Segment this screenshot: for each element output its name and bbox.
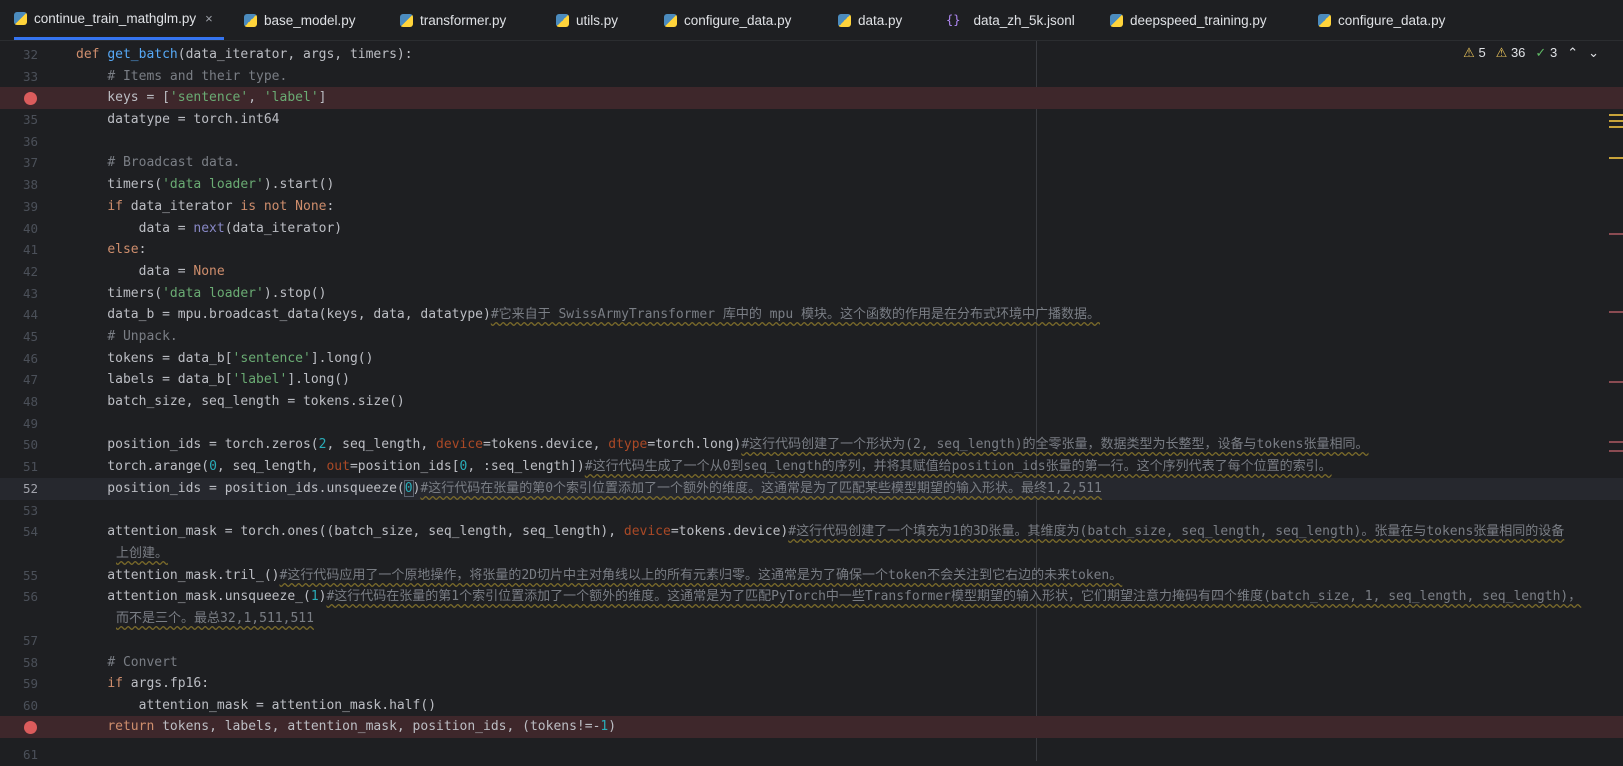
python-icon <box>556 13 569 27</box>
tab-transformer[interactable]: transformer.py <box>400 0 506 40</box>
code-line[interactable]: 43 timers('data loader').stop() <box>0 283 1623 305</box>
tab-label: utils.py <box>576 12 619 28</box>
code-line[interactable]: 35 datatype = torch.int64 <box>0 109 1623 131</box>
code-line[interactable]: 41 else: <box>0 239 1623 261</box>
code-line-current[interactable]: 52 position_ids = position_ids.unsqueeze… <box>0 478 1623 500</box>
code-editor[interactable]: ⚠ 5 ⚠ 36 ✓ 3 ⌃ ⌄ 32 def get_batch(data_i… <box>0 41 1623 762</box>
tab-label: configure_data.py <box>684 12 792 28</box>
tab-label: deepspeed_training.py <box>1130 12 1267 28</box>
tab-base-model[interactable]: base_model.py <box>244 0 356 40</box>
code-line[interactable]: 60 attention_mask = attention_mask.half(… <box>0 695 1623 717</box>
python-icon <box>244 13 257 27</box>
code-line[interactable]: 33 # Items and their type. <box>0 66 1623 88</box>
code-line[interactable]: 56 attention_mask.unsqueeze_(1)#这行代码在张量的… <box>0 586 1623 608</box>
tab-continue-train-mathglm[interactable]: continue_train_mathglm.py × <box>14 0 224 40</box>
tab-utils[interactable]: utils.py <box>556 0 618 40</box>
tab-label: data.py <box>858 12 903 28</box>
tab-label: base_model.py <box>264 12 356 28</box>
close-icon[interactable]: × <box>205 11 213 26</box>
python-icon <box>838 13 851 27</box>
python-icon <box>14 12 27 25</box>
code-line[interactable]: 40 data = next(data_iterator) <box>0 218 1623 240</box>
code-line[interactable]: 32 def get_batch(data_iterator, args, ti… <box>0 44 1623 66</box>
breakpoint-icon[interactable] <box>24 92 37 105</box>
code-line[interactable]: 48 batch_size, seq_length = tokens.size(… <box>0 391 1623 413</box>
code-line[interactable]: 42 data = None <box>0 261 1623 283</box>
code-line[interactable]: 53 <box>0 500 1623 522</box>
code-line[interactable]: 49 <box>0 413 1623 435</box>
code-line[interactable]: 38 timers('data loader').start() <box>0 174 1623 196</box>
code-line[interactable]: 45 # Unpack. <box>0 326 1623 348</box>
tab-label: configure_data.py <box>1338 12 1446 28</box>
code-line-wrap[interactable]: 而不是三个。最总32,1,511,511 <box>0 608 1623 630</box>
tab-label: continue_train_mathglm.py <box>34 11 197 26</box>
python-icon <box>1318 13 1331 27</box>
code-line[interactable]: keys = ['sentence', 'label'] <box>0 87 1623 109</box>
code-line[interactable]: 46 tokens = data_b['sentence'].long() <box>0 348 1623 370</box>
tab-deepspeed-training[interactable]: deepspeed_training.py <box>1110 0 1267 40</box>
code-line[interactable]: 55 attention_mask.tril_()#这行代码应用了一个原地操作，… <box>0 565 1623 587</box>
tab-configure-data-2[interactable]: configure_data.py <box>1318 0 1445 40</box>
editor-tab-bar: continue_train_mathglm.py × base_model.p… <box>0 0 1623 41</box>
python-icon <box>1110 13 1123 27</box>
tab-configure-data[interactable]: configure_data.py <box>664 0 791 40</box>
code-line[interactable]: 37 # Broadcast data. <box>0 152 1623 174</box>
tab-label: data_zh_5k.jsonl <box>973 12 1075 28</box>
code-line[interactable]: 58 # Convert <box>0 652 1623 674</box>
code-line-wrap[interactable]: 上创建。 <box>0 543 1623 565</box>
code-line[interactable]: 36 <box>0 131 1623 153</box>
code-line[interactable]: 44 data_b = mpu.broadcast_data(keys, dat… <box>0 304 1623 326</box>
code-line[interactable]: 54 attention_mask = torch.ones((batch_si… <box>0 521 1623 543</box>
code-line[interactable]: 50 position_ids = torch.zeros(2, seq_len… <box>0 434 1623 456</box>
tab-data[interactable]: data.py <box>838 0 902 40</box>
breakpoint-icon[interactable] <box>24 721 37 734</box>
tab-data-zh-5k[interactable]: {} data_zh_5k.jsonl <box>946 0 1075 40</box>
code-line[interactable]: 57 <box>0 630 1623 652</box>
code-line[interactable]: 39 if data_iterator is not None: <box>0 196 1623 218</box>
json-icon: {} <box>946 13 961 27</box>
python-icon <box>400 13 413 27</box>
tab-label: transformer.py <box>420 12 507 28</box>
code-line[interactable]: 47 labels = data_b['label'].long() <box>0 369 1623 391</box>
code-line[interactable]: 51 torch.arange(0, seq_length, out=posit… <box>0 456 1623 478</box>
code-line[interactable]: return tokens, labels, attention_mask, p… <box>0 716 1623 738</box>
code-line[interactable]: 61 <box>0 738 1623 762</box>
python-icon <box>664 13 677 27</box>
code-line[interactable]: 59 if args.fp16: <box>0 673 1623 695</box>
